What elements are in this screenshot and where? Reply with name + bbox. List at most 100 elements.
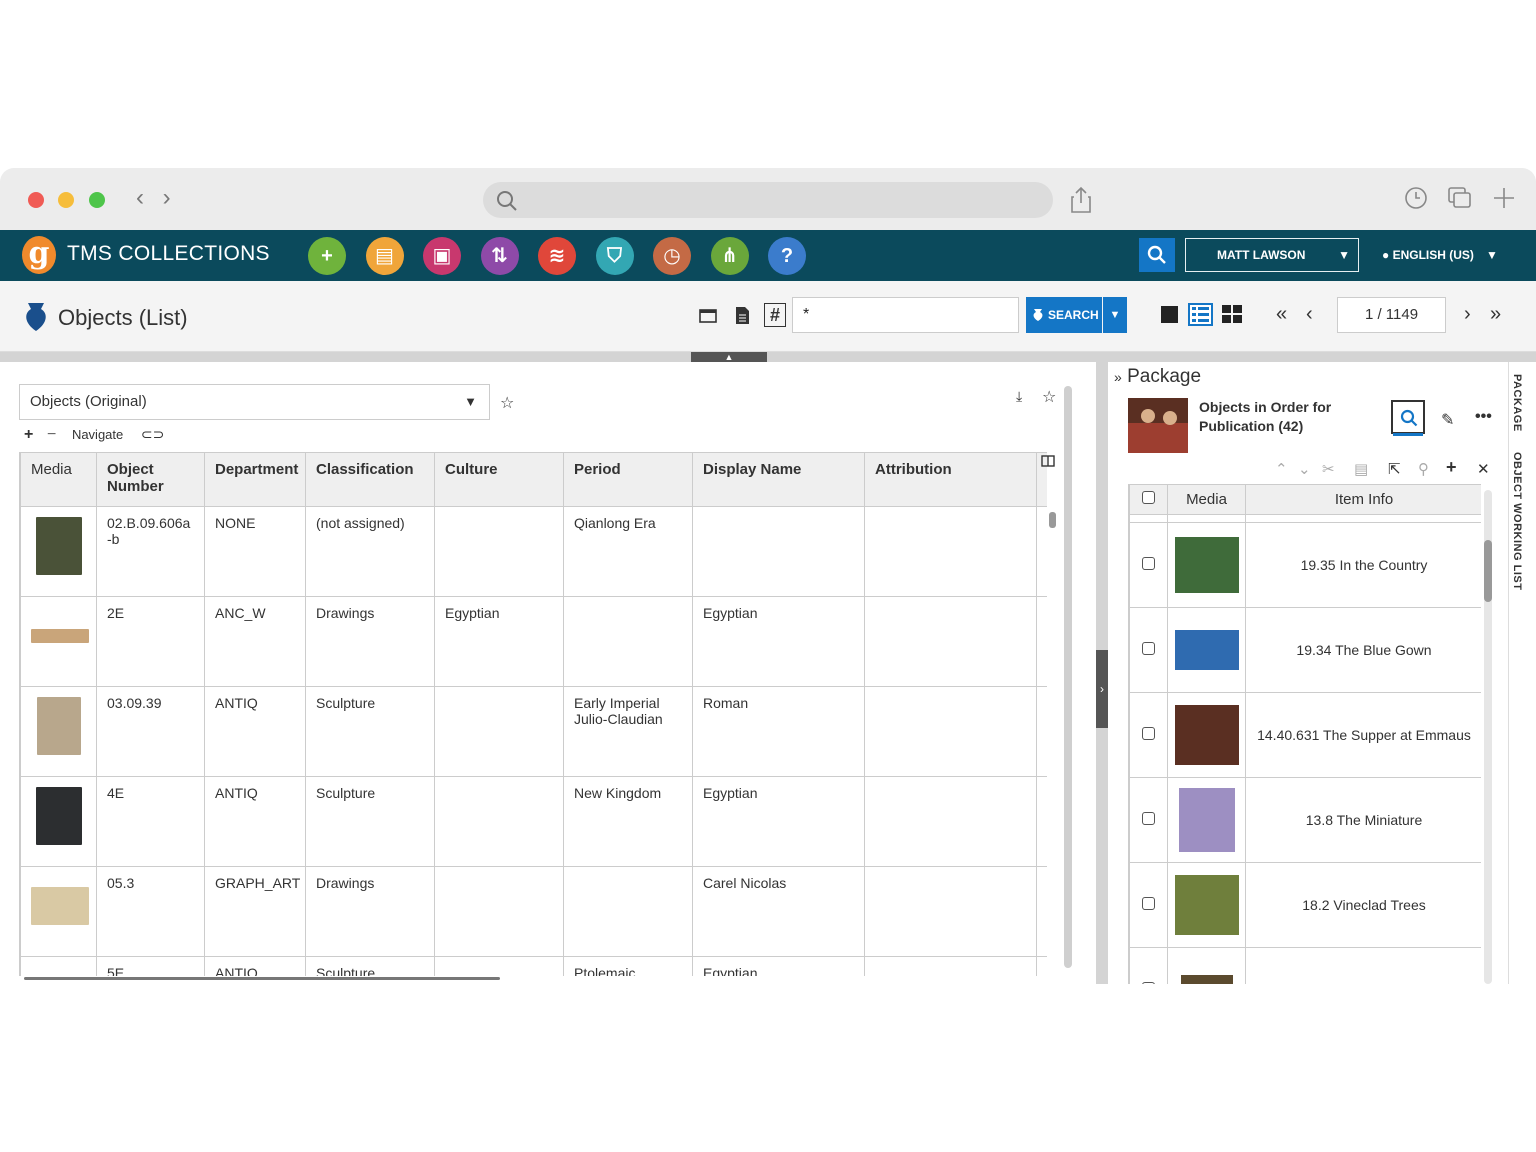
grid-view-icon[interactable] [1222, 305, 1243, 324]
media-cell[interactable] [20, 776, 97, 867]
item-info[interactable] [1245, 947, 1481, 984]
cell-classification[interactable]: Drawings [305, 596, 435, 687]
media-cell[interactable] [1167, 862, 1246, 948]
media-cell[interactable] [20, 506, 97, 597]
cell-attribution[interactable] [864, 686, 1037, 777]
cell-object-number[interactable]: 05.3 [96, 866, 205, 957]
list-item[interactable]: 19.35 In the Country [1129, 522, 1481, 608]
package-search-button[interactable] [1391, 400, 1425, 436]
item-info[interactable]: 19.34 The Blue Gown [1245, 607, 1481, 693]
report-icon[interactable] [735, 306, 750, 325]
column-header[interactable]: Object Number [96, 452, 205, 507]
cut-icon[interactable]: ✂ [1322, 460, 1335, 478]
cell-object-number[interactable]: 03.09.39 [96, 686, 205, 777]
item-info[interactable]: 19.35 In the Country [1245, 522, 1481, 608]
media-cell[interactable] [20, 686, 97, 777]
column-header[interactable]: Culture [434, 452, 564, 507]
tab-object-working-list[interactable]: OBJECT WORKING LIST [1511, 452, 1523, 590]
cell-period[interactable] [563, 596, 693, 687]
select-cell[interactable] [1129, 607, 1168, 693]
column-header[interactable]: Media [1167, 484, 1246, 515]
collapse-icon[interactable]: − [47, 426, 56, 443]
search-options-dropdown[interactable]: ▼ [1103, 297, 1127, 333]
list-item[interactable] [1129, 947, 1481, 984]
search-input[interactable]: * [792, 297, 1019, 333]
checkbox[interactable] [1142, 557, 1155, 570]
list-item[interactable]: 19.34 The Blue Gown [1129, 607, 1481, 693]
collapse-toolbar-toggle[interactable]: ▲ [691, 352, 767, 362]
package-name[interactable]: Objects in Order for Publication (42) [1199, 398, 1369, 436]
move-up-icon[interactable]: ⌃ [1275, 460, 1288, 478]
single-view-icon[interactable] [1160, 305, 1179, 324]
cell-classification[interactable]: Sculpture [305, 956, 435, 976]
media-cell[interactable] [20, 596, 97, 687]
address-bar[interactable] [483, 182, 1053, 218]
open-external-icon[interactable]: ⇱ [1388, 460, 1401, 478]
cell-object-number[interactable]: 4E [96, 776, 205, 867]
table-row[interactable]: 02.B.09.606a-b NONE (not assigned) Qianlong… [20, 506, 1047, 597]
cell-classification[interactable]: Sculpture [305, 686, 435, 777]
paste-icon[interactable]: ▤ [1354, 460, 1368, 478]
cell-culture[interactable] [434, 776, 564, 867]
cell-object-number[interactable]: 02.B.09.606a-b [96, 506, 205, 597]
cell-display-name[interactable] [692, 506, 865, 597]
cell-classification[interactable]: (not assigned) [305, 506, 435, 597]
cell-period[interactable]: Ptolemaic [563, 956, 693, 976]
navigate-label[interactable]: Navigate [72, 427, 123, 442]
search-button[interactable]: SEARCH [1026, 297, 1102, 333]
move-down-icon[interactable]: ⌄ [1298, 460, 1311, 478]
cell-department[interactable]: GRAPH_ART [204, 866, 306, 957]
cell-culture[interactable] [434, 866, 564, 957]
cell-period[interactable]: New Kingdom [563, 776, 693, 867]
add-item-icon[interactable]: + [1446, 457, 1457, 478]
back-forward-icon[interactable]: ‹ › [136, 184, 177, 212]
list-view-icon[interactable] [1188, 303, 1213, 326]
table-scroll-thumb[interactable] [1049, 512, 1056, 528]
app-logo[interactable]: g [22, 236, 56, 274]
object-thumbnail[interactable] [36, 697, 81, 755]
item-info[interactable]: 18.2 Vineclad Trees [1245, 862, 1481, 948]
list-item[interactable]: 13.8 The Miniature [1129, 777, 1481, 863]
hash-icon[interactable]: # [764, 303, 786, 327]
download-icon[interactable]: ⤓ [1016, 388, 1022, 405]
cell-attribution[interactable] [864, 956, 1037, 976]
item-thumbnail[interactable] [1174, 537, 1239, 593]
media-cell[interactable] [1167, 692, 1246, 778]
document-icon[interactable]: ▤ [365, 237, 404, 275]
sort-icon[interactable]: ⇅ [480, 237, 519, 275]
toggle-icon[interactable]: ⊂⊃ [141, 426, 164, 442]
select-cell[interactable] [1129, 947, 1168, 984]
last-page-icon[interactable]: » [1490, 303, 1501, 326]
add-icon[interactable]: + [308, 237, 346, 275]
column-header[interactable]: Department [204, 452, 306, 507]
list-view-selector[interactable]: Objects (Original) ▼ [19, 384, 490, 420]
next-page-icon[interactable]: › [1464, 303, 1471, 326]
maximize-window-button[interactable] [89, 192, 105, 208]
user-menu[interactable]: MATT LAWSON ▼ [1185, 238, 1359, 272]
list-horizontal-scrollbar[interactable] [24, 977, 500, 980]
object-thumbnail[interactable] [35, 787, 82, 845]
first-page-icon[interactable]: « [1276, 303, 1287, 326]
item-thumbnail[interactable] [1180, 975, 1233, 984]
share-icon[interactable]: ⋔ [710, 237, 749, 275]
select-cell[interactable] [1129, 522, 1168, 608]
cell-attribution[interactable] [864, 866, 1037, 957]
cell-culture[interactable]: Egyptian [434, 596, 564, 687]
help-icon[interactable]: ? [768, 237, 806, 275]
table-row[interactable]: 4E ANTIQ Sculpture New Kingdom Egyptian [20, 776, 1047, 867]
cell-department[interactable]: ANTIQ [204, 956, 306, 976]
language-selector[interactable]: ● ENGLISH (US) [1382, 248, 1474, 262]
checkbox[interactable] [1142, 982, 1155, 984]
item-info[interactable]: 14.40.631 The Supper at Emmaus [1245, 692, 1481, 778]
column-header[interactable]: Item Info [1245, 484, 1481, 515]
cell-attribution[interactable] [864, 776, 1037, 867]
media-cell[interactable] [20, 866, 97, 957]
checkbox[interactable] [1142, 642, 1155, 655]
cell-period[interactable] [563, 866, 693, 957]
previous-page-icon[interactable]: ‹ [1306, 303, 1313, 326]
checkbox[interactable] [1142, 727, 1155, 740]
cell-display-name[interactable]: Roman [692, 686, 865, 777]
calendar-icon[interactable]: ◷ [653, 237, 691, 275]
item-thumbnail[interactable] [1174, 875, 1239, 935]
favorite-view-star-icon[interactable]: ☆ [500, 393, 514, 413]
